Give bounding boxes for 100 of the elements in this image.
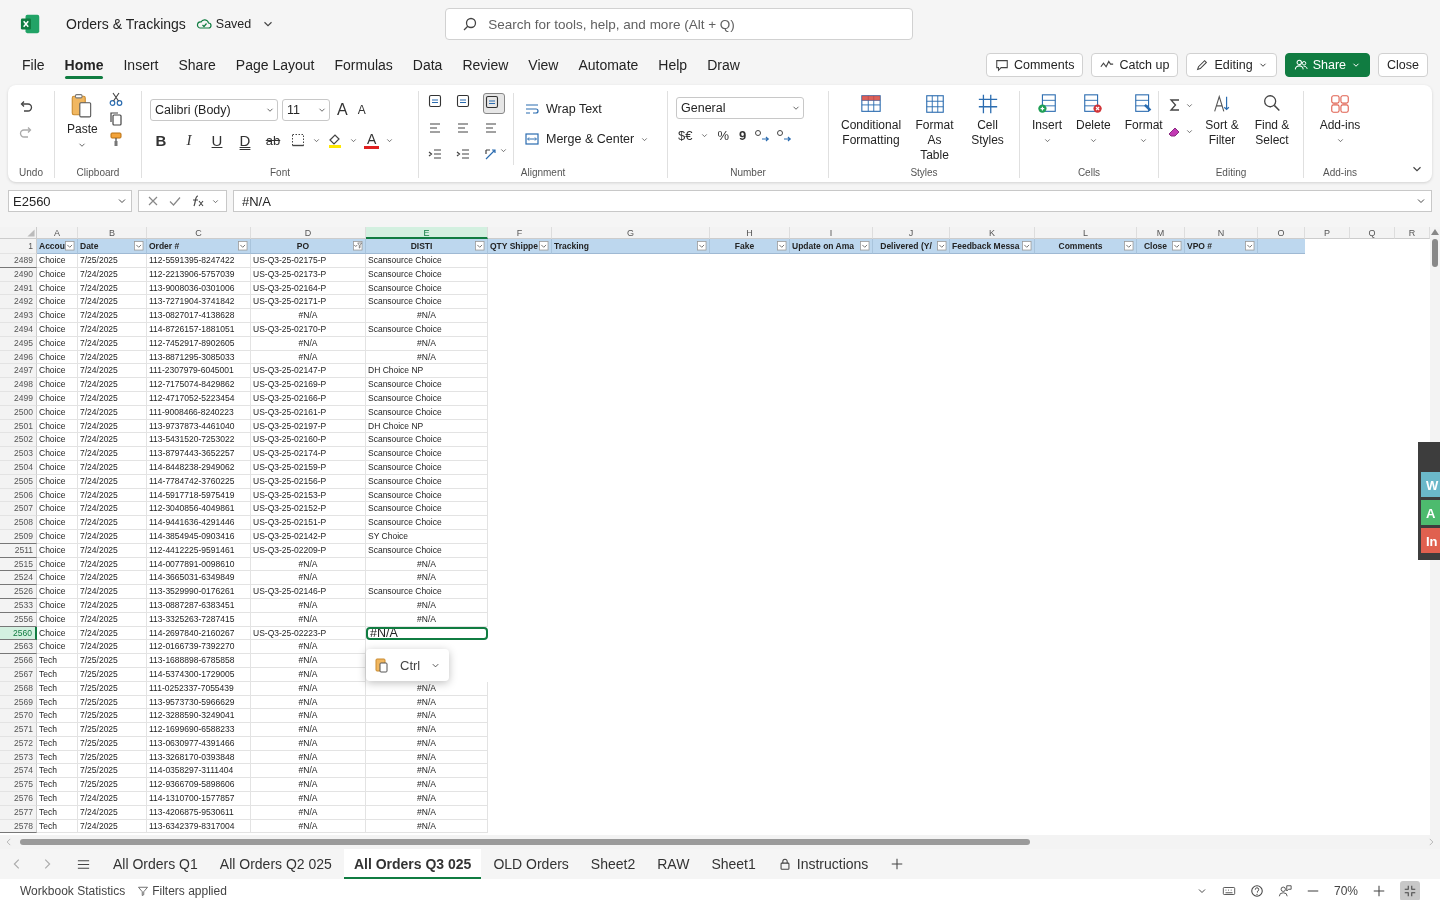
paste-options-button[interactable]: Ctrl <box>366 649 450 681</box>
share-button[interactable]: Share <box>1284 53 1371 77</box>
sheet-tab[interactable]: All Orders Q2 025 <box>209 849 342 879</box>
font-style-button[interactable]: I <box>178 129 200 151</box>
menu-tab[interactable]: Help <box>648 51 698 79</box>
plain-button[interactable]: Close <box>1378 53 1428 77</box>
cells-button[interactable]: Insert <box>1028 91 1066 165</box>
styles-button[interactable]: Conditional Formatting <box>837 91 906 165</box>
cells-button[interactable]: Format <box>1120 91 1167 165</box>
sheet-tab[interactable]: RAW <box>647 849 700 879</box>
menu-tab[interactable]: Formulas <box>324 51 403 79</box>
comments-button[interactable]: Comments <box>985 53 1084 77</box>
menu-tab[interactable]: Page Layout <box>225 51 325 79</box>
row-number[interactable]: 2563 <box>0 640 37 655</box>
scrollbar-thumb[interactable] <box>20 839 1030 845</box>
column-header[interactable]: P <box>1305 227 1350 239</box>
editing-button[interactable]: Find & Select <box>1250 91 1294 165</box>
row-number[interactable]: 2498 <box>0 378 37 392</box>
row-number[interactable]: 2489 <box>0 254 37 268</box>
menu-tab[interactable]: Draw <box>697 51 750 79</box>
currency-button[interactable]: $€ <box>676 127 695 143</box>
merge-center-button[interactable]: Merge & Center <box>520 129 654 149</box>
paste-button[interactable]: Paste <box>63 91 102 165</box>
column-header[interactable]: J <box>873 227 950 239</box>
font-style-button[interactable]: U <box>206 129 228 151</box>
row-number[interactable]: 2508 <box>0 516 37 530</box>
column-header[interactable]: C <box>147 227 251 239</box>
side-tab[interactable]: In <box>1421 528 1440 553</box>
row-number[interactable]: 1 <box>0 239 37 254</box>
sheet-tab[interactable]: All Orders Q1 <box>103 849 208 879</box>
sheet-tab[interactable]: OLD Orders <box>483 849 579 879</box>
row-number[interactable]: 2492 <box>0 295 37 310</box>
percent-button[interactable]: % <box>715 127 732 143</box>
menu-tab[interactable]: Home <box>54 51 114 79</box>
styles-button[interactable]: Cell Styles <box>964 91 1011 165</box>
editing-button[interactable]: Sort & Filter <box>1200 91 1244 165</box>
column-header[interactable]: M <box>1137 227 1185 239</box>
workbook-statistics[interactable]: Workbook Statistics <box>20 884 126 898</box>
menu-tab[interactable]: Review <box>452 51 519 79</box>
comma-style-button[interactable]: 9 <box>737 127 749 143</box>
column-header[interactable]: I <box>790 227 873 239</box>
font-size-select[interactable]: 11 <box>282 99 330 121</box>
menu-tab[interactable]: File <box>12 51 55 79</box>
row-number[interactable]: 2575 <box>0 778 37 793</box>
row-number[interactable]: 2507 <box>0 502 37 517</box>
row-number[interactable]: 2524 <box>0 571 37 586</box>
grow-font-button[interactable]: A <box>334 101 351 119</box>
table-cell: 112-5591395-8247422 <box>147 254 251 268</box>
column-header[interactable]: O <box>1258 227 1305 239</box>
sheet-tab[interactable]: All Orders Q3 025 <box>343 849 482 879</box>
cells-button[interactable]: Delete <box>1072 91 1115 165</box>
font-style-button[interactable]: ab <box>262 129 284 151</box>
font-color-button[interactable]: A <box>364 131 380 149</box>
column-header[interactable]: B <box>78 227 147 239</box>
sheet-tab[interactable]: Instructions <box>767 849 879 879</box>
row-number[interactable]: 2497 <box>0 364 37 379</box>
styles-button[interactable]: Format As Table <box>911 91 958 165</box>
column-header[interactable]: Q <box>1350 227 1395 239</box>
font-family-select[interactable]: Calibri (Body) <box>150 99 278 121</box>
add-ins-button[interactable]: Add-ins <box>1315 91 1365 165</box>
fit-button[interactable] <box>1400 881 1420 900</box>
sheet-tab[interactable]: Sheet1 <box>701 849 766 879</box>
sheet-tab[interactable]: Sheet2 <box>580 849 646 879</box>
menu-tab[interactable]: Automate <box>568 51 649 79</box>
menu-tab[interactable]: Data <box>402 51 453 79</box>
search-field[interactable]: Search for tools, help, and more (Alt + Q) <box>445 8 914 40</box>
column-header[interactable]: N <box>1185 227 1258 239</box>
menu-tab[interactable]: View <box>518 51 569 79</box>
editing-button[interactable]: Editing <box>1186 53 1277 77</box>
row-number[interactable]: 2570 <box>0 709 37 724</box>
catchup-button[interactable]: Catch up <box>1091 53 1179 77</box>
wrap-text-button[interactable]: Wrap Text <box>520 99 606 119</box>
table-cell: 112-7452917-8902605 <box>147 336 251 351</box>
column-header[interactable]: R <box>1395 227 1430 239</box>
row-number[interactable]: 2503 <box>0 447 37 461</box>
column-header[interactable]: L <box>1035 227 1137 239</box>
row-number[interactable]: 2571 <box>0 723 37 737</box>
number-format-select[interactable]: General <box>676 97 804 119</box>
font-style-button[interactable]: B <box>150 129 172 151</box>
scrollbar-thumb[interactable] <box>1432 239 1438 267</box>
column-header[interactable]: A <box>37 227 78 239</box>
column-header[interactable]: H <box>710 227 790 239</box>
column-header[interactable]: G <box>552 227 710 239</box>
column-header[interactable]: K <box>950 227 1035 239</box>
shrink-font-button[interactable]: A <box>354 103 369 117</box>
zoom-level[interactable]: 70% <box>1333 884 1358 898</box>
font-style-button[interactable]: D <box>234 129 256 151</box>
row-number[interactable]: 2493 <box>0 309 37 323</box>
menu-tab[interactable]: Insert <box>113 51 169 79</box>
row-number[interactable]: 2576 <box>0 792 37 806</box>
column-header[interactable]: E <box>366 227 488 239</box>
formula-field[interactable]: #N/A <box>233 190 1432 212</box>
menu-tab[interactable]: Share <box>168 51 226 79</box>
row-number[interactable]: 2526 <box>0 585 37 599</box>
name-box[interactable]: E2560 <box>8 190 132 212</box>
row-number[interactable]: 2566 <box>0 654 37 668</box>
row-number[interactable]: 2502 <box>0 433 37 448</box>
row-number[interactable]: 2574 <box>0 764 37 779</box>
column-header[interactable]: D <box>251 227 366 239</box>
column-header[interactable]: F <box>488 227 552 239</box>
